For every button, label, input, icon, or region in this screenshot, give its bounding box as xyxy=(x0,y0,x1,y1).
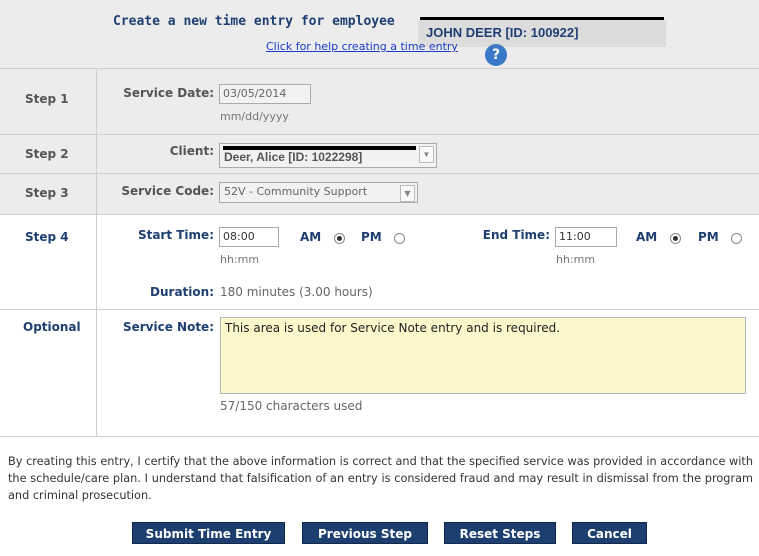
service-code-label: Service Code: xyxy=(121,184,214,198)
end-am-label: AM xyxy=(636,230,658,244)
start-time-input[interactable]: 08:00 xyxy=(219,227,279,247)
divider xyxy=(0,436,759,437)
start-pm-label: PM xyxy=(361,230,382,244)
cancel-button[interactable]: Cancel xyxy=(572,522,647,544)
form-title: Create a new time entry for employee xyxy=(113,14,395,29)
start-am-radio[interactable] xyxy=(334,233,345,244)
duration-label: Duration: xyxy=(150,285,214,299)
help-icon[interactable]: ? xyxy=(485,44,507,66)
chevron-down-icon[interactable]: ▼ xyxy=(419,146,434,163)
end-time-input[interactable]: 11:00 xyxy=(555,227,617,247)
end-am-radio[interactable] xyxy=(670,233,681,244)
client-value: Deer, Alice [ID: 1022298] xyxy=(224,150,363,164)
step4-label: Step 4 xyxy=(25,230,69,244)
reset-steps-button[interactable]: Reset Steps xyxy=(444,522,556,544)
end-pm-radio[interactable] xyxy=(731,233,742,244)
previous-step-button[interactable]: Previous Step xyxy=(302,522,428,544)
step2-label: Step 2 xyxy=(25,147,69,161)
step3-label: Step 3 xyxy=(25,186,69,200)
column-divider xyxy=(96,68,97,436)
end-time-hint: hh:mm xyxy=(556,253,596,266)
redaction-bar xyxy=(223,146,416,150)
client-label: Client: xyxy=(169,144,214,158)
start-pm-radio[interactable] xyxy=(394,233,405,244)
service-date-label: Service Date: xyxy=(123,86,214,100)
start-am-label: AM xyxy=(300,230,322,244)
start-time-hint: hh:mm xyxy=(220,253,260,266)
employee-name: JOHN DEER [ID: 100922] xyxy=(426,25,579,40)
redaction-bar xyxy=(420,17,664,20)
service-code-select[interactable]: 52V - Community Support ▼ xyxy=(219,182,418,203)
service-code-value: 52V - Community Support xyxy=(224,185,368,198)
optional-label: Optional xyxy=(23,320,81,334)
start-time-label: Start Time: xyxy=(137,228,214,242)
certification-text: By creating this entry, I certify that t… xyxy=(8,455,753,502)
chevron-down-icon[interactable]: ▼ xyxy=(400,185,415,202)
duration-value: 180 minutes (3.00 hours) xyxy=(220,285,373,299)
end-pm-label: PM xyxy=(698,230,719,244)
step1-label: Step 1 xyxy=(25,92,69,106)
service-date-hint: mm/dd/yyyy xyxy=(220,110,289,123)
step4-row xyxy=(0,214,759,309)
character-counter: 57/150 characters used xyxy=(220,399,363,413)
submit-button[interactable]: Submit Time Entry xyxy=(132,522,285,544)
step1-row xyxy=(0,68,759,134)
end-time-label: End Time: xyxy=(482,228,550,242)
service-note-label: Service Note: xyxy=(122,320,214,334)
help-link[interactable]: Click for help creating a time entry xyxy=(266,40,458,53)
service-date-input[interactable]: 03/05/2014 xyxy=(219,84,311,104)
service-note-textarea[interactable]: This area is used for Service Note entry… xyxy=(220,317,746,394)
